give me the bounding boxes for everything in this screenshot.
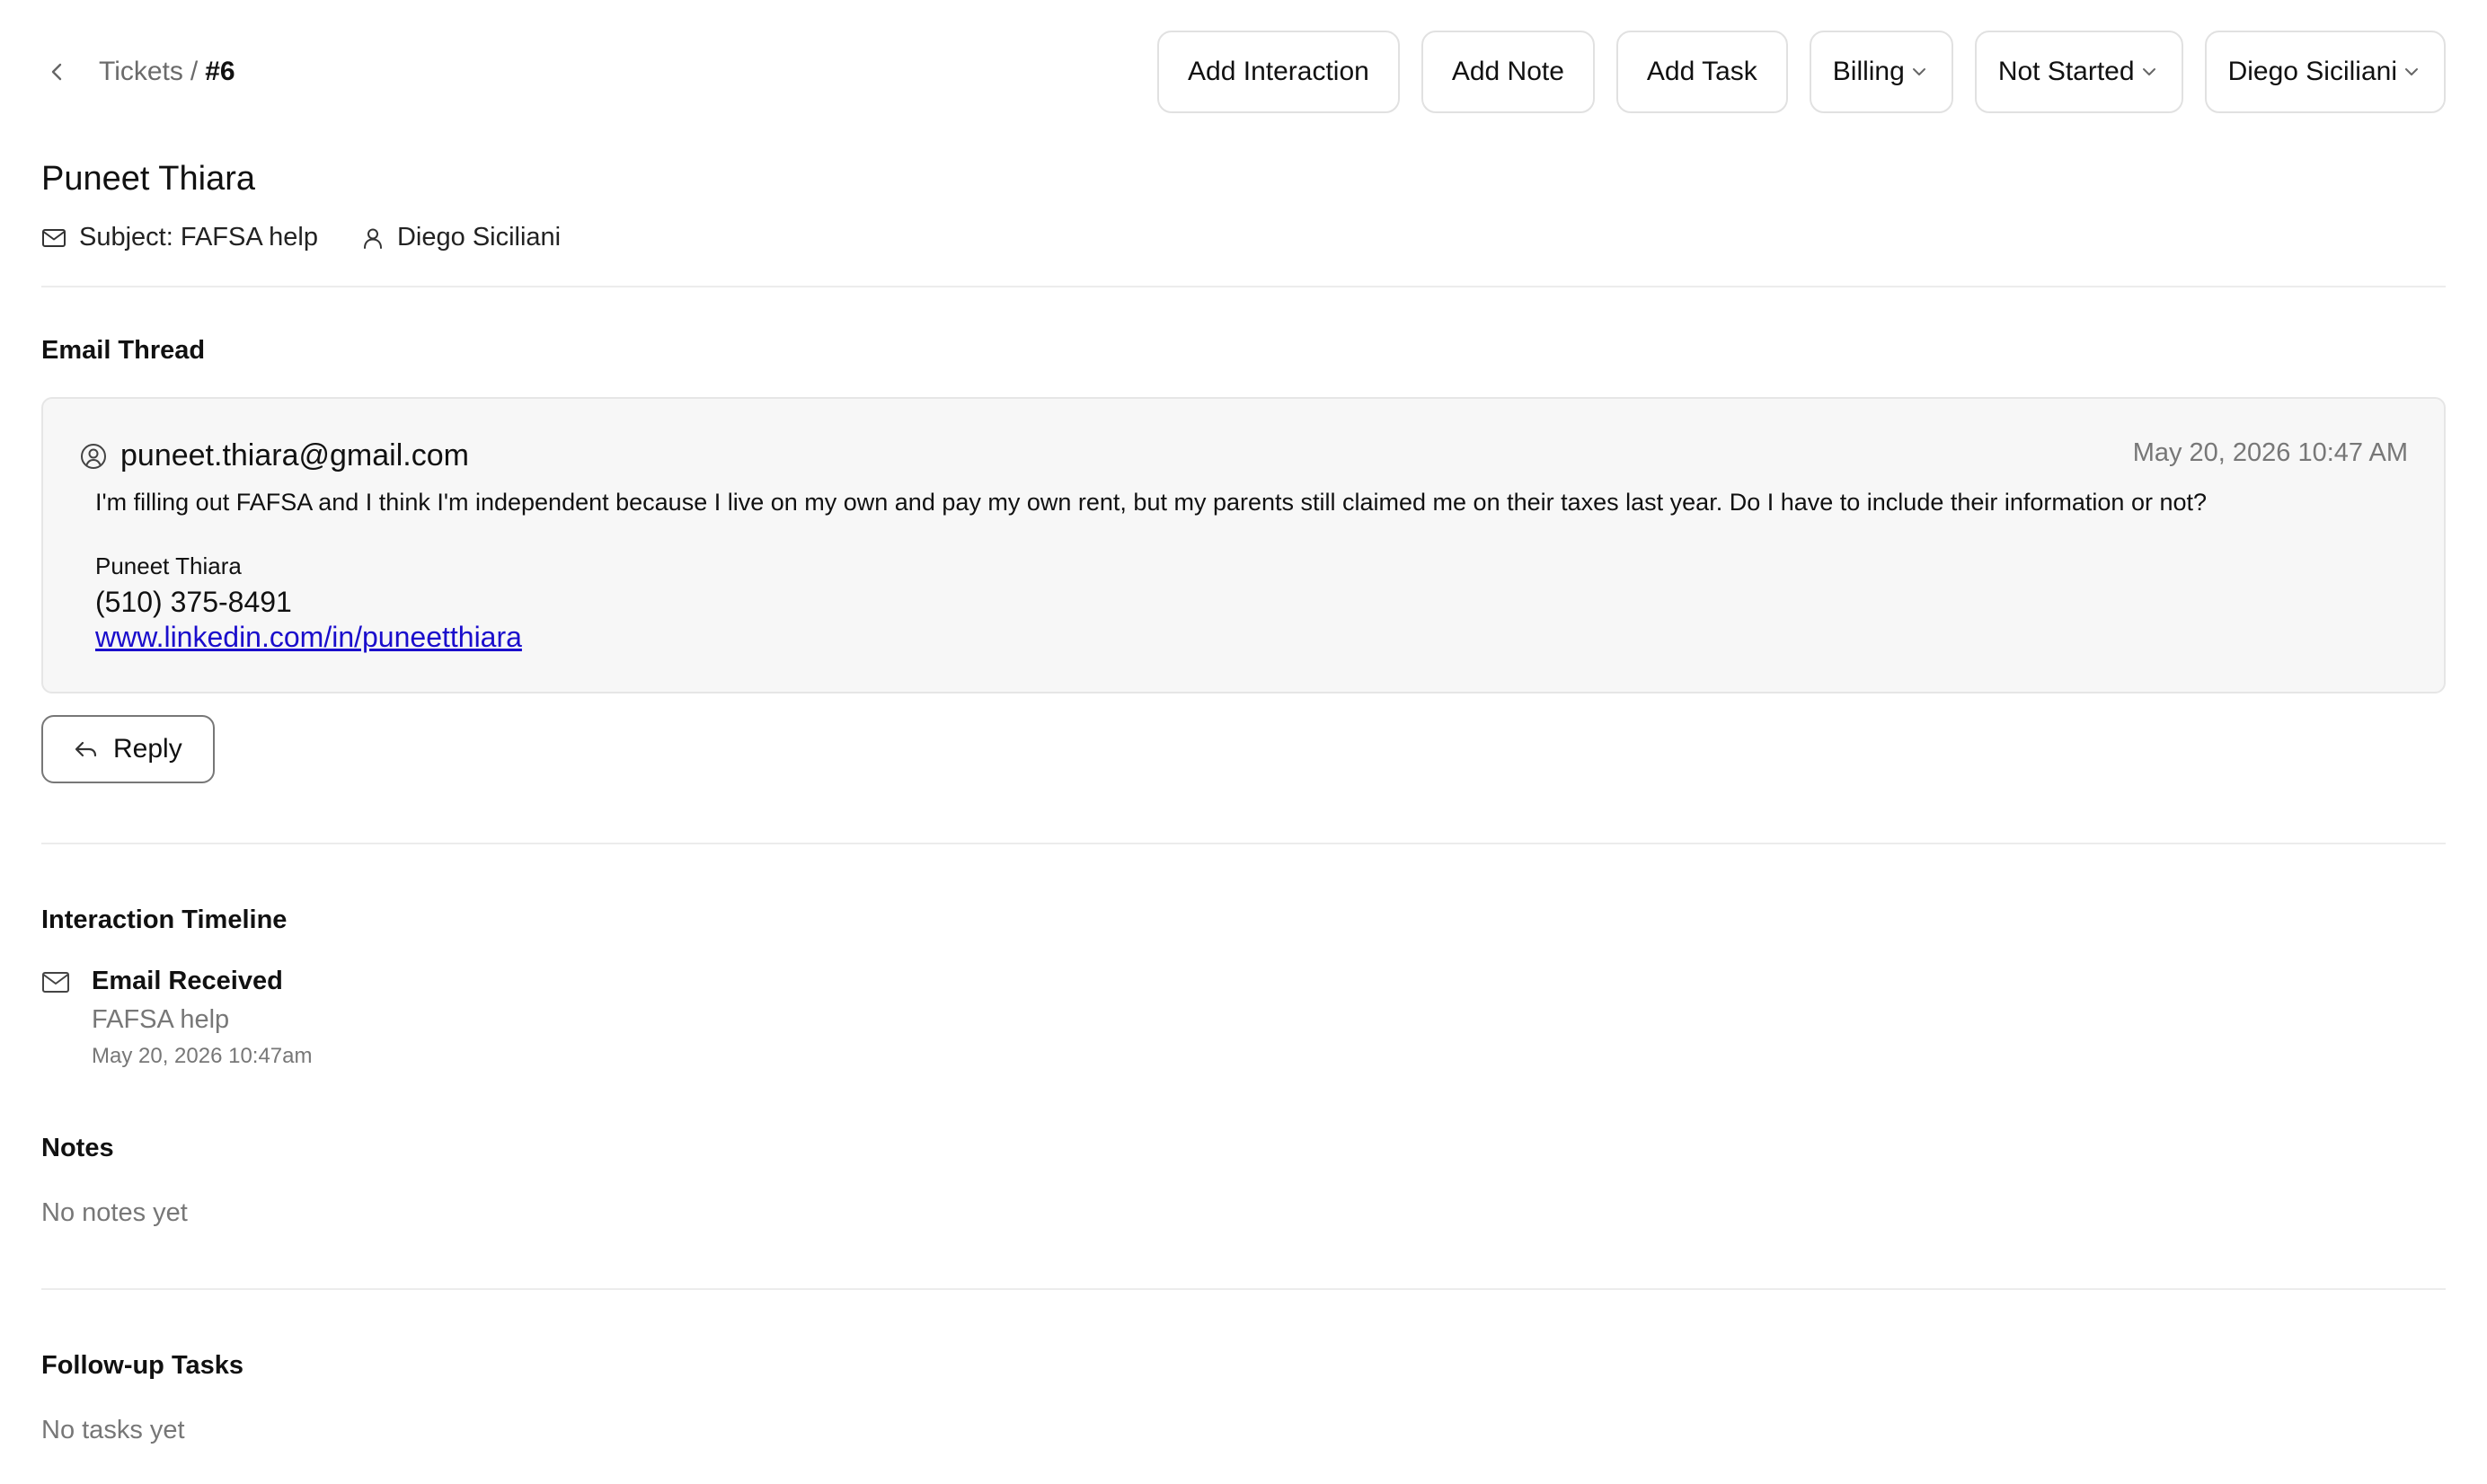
- notes-empty-state: No notes yet: [41, 1198, 188, 1227]
- email-sender-address: puneet.thiara@gmail.com: [120, 438, 469, 473]
- signature-phone: (510) 375-8491: [95, 586, 292, 618]
- status-value: Not Started: [1997, 57, 2135, 86]
- signature-name: Puneet Thiara: [95, 552, 242, 579]
- reply-label: Reply: [113, 734, 182, 764]
- chevron-down-icon: [2403, 66, 2421, 78]
- divider: [41, 843, 2446, 844]
- ticket-subject-text: Subject: FAFSA help: [79, 223, 318, 252]
- ticket-assignee: Diego Siciliani: [361, 223, 561, 252]
- mail-icon: [42, 972, 69, 993]
- divider: [41, 286, 2446, 287]
- add-interaction-button[interactable]: Add Interaction: [1157, 31, 1400, 113]
- toolbar: Add Interaction Add Note Add Task Billin…: [1157, 31, 2446, 113]
- user-icon: [363, 228, 382, 249]
- email-sender: puneet.thiara@gmail.com: [79, 438, 469, 473]
- ticket-meta: Subject: FAFSA help Diego Siciliani: [41, 223, 561, 252]
- add-note-button[interactable]: Add Note: [1421, 31, 1595, 113]
- signature-link[interactable]: www.linkedin.com/in/puneetthiara: [95, 621, 522, 654]
- page-title: Puneet Thiara: [41, 160, 256, 198]
- email-thread-heading: Email Thread: [41, 336, 206, 365]
- user-circle-icon: [81, 443, 106, 469]
- email-body: I'm filling out FAFSA and I think I'm in…: [95, 489, 2207, 654]
- divider: [41, 1288, 2446, 1290]
- breadcrumb: Tickets / #6: [41, 57, 235, 87]
- interaction-timeline-heading: Interaction Timeline: [41, 905, 288, 934]
- notes-heading: Notes: [41, 1134, 114, 1162]
- top-bar: Tickets / #6 Add Interaction Add Note Ad…: [41, 31, 2446, 113]
- category-value: Billing: [1832, 57, 1905, 86]
- status-dropdown[interactable]: Not Started: [1974, 31, 2183, 113]
- email-message: puneet.thiara@gmail.com May 20, 2026 10:…: [41, 397, 2446, 693]
- back-button[interactable]: [41, 57, 72, 87]
- reply-button[interactable]: Reply: [41, 715, 215, 783]
- chevron-down-icon: [1910, 66, 1928, 78]
- chevron-left-icon: [51, 63, 62, 81]
- assignee-dropdown[interactable]: Diego Siciliani: [2204, 31, 2446, 113]
- add-task-button[interactable]: Add Task: [1615, 31, 1788, 113]
- mail-icon: [42, 228, 66, 247]
- breadcrumb-parent[interactable]: Tickets: [99, 57, 183, 87]
- follow-up-tasks-heading: Follow-up Tasks: [41, 1351, 244, 1380]
- email-signature: Puneet Thiara (510) 375-8491 www.linkedi…: [95, 552, 2207, 654]
- ticket-assignee-name: Diego Siciliani: [396, 223, 562, 252]
- breadcrumb-separator: /: [190, 57, 199, 86]
- ticket-detail-page: Tickets / #6 Add Interaction Add Note Ad…: [0, 0, 2487, 1484]
- ticket-subject: Subject: FAFSA help: [41, 223, 318, 252]
- reply-icon: [75, 741, 97, 757]
- assignee-value: Diego Siciliani: [2227, 57, 2397, 86]
- tasks-empty-state: No tasks yet: [41, 1416, 185, 1444]
- email-timestamp: May 20, 2026 10:47 AM: [2132, 438, 2408, 467]
- chevron-down-icon: [2140, 66, 2158, 78]
- timeline-item-title: Email Received: [92, 967, 283, 995]
- email-body-text: I'm filling out FAFSA and I think I'm in…: [95, 489, 2208, 516]
- timeline-item-content: Email Received FAFSA help May 20, 2026 1…: [92, 967, 313, 1069]
- category-dropdown[interactable]: Billing: [1809, 31, 1953, 113]
- timeline-item-date: May 20, 2026 10:47am: [92, 1044, 313, 1068]
- timeline-item: Email Received FAFSA help May 20, 2026 1…: [41, 967, 313, 1069]
- breadcrumb-current: #6: [205, 57, 235, 86]
- timeline-item-subtitle: FAFSA help: [92, 1005, 230, 1034]
